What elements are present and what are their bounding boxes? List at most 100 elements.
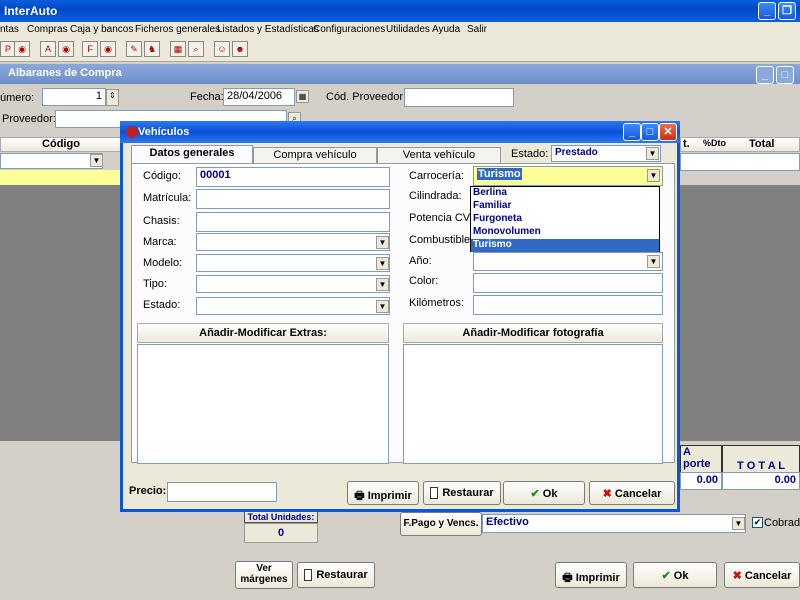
dlg-imprimir-label: Imprimir — [367, 490, 412, 502]
dlg-restaurar-button[interactable]: Restaurar — [423, 481, 501, 505]
dlg-cancelar-button[interactable]: ✖ Cancelar — [589, 481, 675, 505]
calendar-icon[interactable]: ▦ — [296, 90, 309, 103]
albaranes-title: Albaranes de Compra — [8, 67, 122, 79]
menu-ayuda[interactable]: Ayuda — [432, 24, 460, 35]
codigo-input[interactable]: 00001 — [196, 167, 390, 187]
importe-value: 0.00 — [680, 472, 722, 490]
tipo-dropdown-icon[interactable]: ▼ — [376, 278, 389, 291]
fpago-dropdown-icon[interactable]: ▼ — [732, 517, 745, 530]
toolbar-icon-4[interactable]: ◉ — [58, 41, 74, 57]
fpago-button[interactable]: F.Pago y Vencs. — [400, 512, 482, 536]
estado-select[interactable] — [196, 297, 390, 315]
grid-right-row[interactable] — [680, 153, 800, 171]
cilindrada-label: Cilindrada: — [409, 190, 462, 202]
foto-header[interactable]: Añadir-Modificar fotografía — [403, 323, 663, 343]
tab-datos-generales[interactable]: Datos generales — [131, 145, 253, 164]
total-unidades-value: 0 — [244, 523, 318, 543]
menu-salir[interactable]: Salir — [467, 24, 487, 35]
carroceria-select[interactable]: Turismo — [473, 166, 663, 186]
toolbar-icon-5[interactable]: F — [82, 41, 98, 57]
toolbar-icon-11[interactable]: ☺ — [214, 41, 230, 57]
menu-compras[interactable]: Compras — [27, 24, 68, 35]
marca-select[interactable] — [196, 233, 390, 251]
modelo-label: Modelo: — [143, 257, 183, 269]
chasis-input[interactable] — [196, 212, 390, 232]
dlg-ok-label: Ok — [542, 488, 558, 500]
tipo-select[interactable] — [196, 275, 390, 293]
toolbar-icon-2[interactable]: ◉ — [14, 41, 30, 57]
dlg-imprimir-button[interactable]: 🖶 Imprimir — [347, 481, 419, 505]
cod-proveedor-input[interactable] — [404, 88, 514, 107]
ano-dropdown-icon[interactable]: ▼ — [647, 255, 660, 268]
foto-area[interactable] — [403, 344, 663, 464]
carroceria-option-monovolumen[interactable]: Monovolumen — [471, 226, 659, 239]
precio-input[interactable] — [167, 482, 277, 502]
estado-top-dropdown-icon[interactable]: ▼ — [646, 147, 659, 160]
minimize-icon[interactable]: _ — [758, 2, 776, 20]
kilometros-input[interactable] — [473, 295, 663, 315]
fecha-input[interactable]: 28/04/2006 — [223, 88, 295, 106]
toolbar-icon-3[interactable]: A — [40, 41, 56, 57]
grid-codigo-dropdown-icon[interactable]: ▼ — [90, 154, 103, 167]
color-input[interactable] — [473, 273, 663, 293]
imprimir-label: Imprimir — [575, 572, 620, 584]
restaurar-label: Restaurar — [316, 569, 368, 581]
grid-codigo-input[interactable] — [0, 153, 103, 169]
carroceria-dropdown-list: Berlina Familiar Furgoneta Monovolumen T… — [470, 186, 660, 252]
menu-ventas[interactable]: ntas — [0, 24, 19, 35]
extras-header[interactable]: Añadir-Modificar Extras: — [137, 323, 389, 343]
cobrado-checkbox[interactable]: ✔ — [752, 517, 763, 528]
modelo-dropdown-icon[interactable]: ▼ — [376, 257, 389, 270]
menu-utilidades[interactable]: Utilidades — [386, 24, 430, 35]
toolbar-icon-10[interactable]: ⌕ — [188, 41, 204, 57]
matricula-input[interactable] — [196, 189, 390, 209]
dialog-max-icon[interactable]: □ — [641, 123, 659, 141]
toolbar-icon-8[interactable]: ♞ — [144, 41, 160, 57]
carroceria-option-furgoneta[interactable]: Furgoneta — [471, 213, 659, 226]
toolbar-icon-7[interactable]: ✎ — [126, 41, 142, 57]
total-value: 0.00 — [722, 472, 800, 490]
car-icon — [126, 126, 138, 138]
ok-button[interactable]: ✔ Ok — [633, 562, 717, 588]
dialog-minimize-icon[interactable]: _ — [623, 123, 641, 141]
grid-body — [0, 185, 122, 441]
menu-caja[interactable]: Caja y bancos — [70, 24, 133, 35]
app-title: InterAuto — [4, 4, 58, 18]
importe-header: A porte — [680, 445, 722, 475]
restaurar-button[interactable]: Restaurar — [297, 562, 375, 588]
marca-dropdown-icon[interactable]: ▼ — [376, 236, 389, 249]
restore-icon[interactable]: ❐ — [778, 2, 796, 20]
estado-top-select[interactable]: Prestado — [551, 145, 661, 162]
fpago-select[interactable]: Efectivo — [482, 514, 746, 533]
ok-label: Ok — [673, 570, 689, 582]
ano-select[interactable] — [473, 252, 663, 271]
grid-body-right — [680, 185, 800, 441]
toolbar-icon-6[interactable]: ◉ — [100, 41, 116, 57]
estado-dropdown-icon[interactable]: ▼ — [376, 300, 389, 313]
tab-compra-vehiculo[interactable]: Compra vehículo — [253, 147, 377, 164]
albaranes-titlebar: Albaranes de Compra — [0, 64, 800, 84]
dlg-ok-button[interactable]: ✔ Ok — [503, 481, 585, 505]
dialog-close-icon[interactable]: ✕ — [659, 123, 677, 141]
carroceria-option-berlina[interactable]: Berlina — [471, 187, 659, 200]
menu-listados[interactable]: Listados y Estadísticas — [217, 24, 319, 35]
albaranes-minimize-icon[interactable]: _ — [756, 66, 774, 84]
carroceria-dropdown-icon[interactable]: ▼ — [647, 169, 660, 182]
menu-ficheros[interactable]: Ficheros generales — [135, 24, 220, 35]
carroceria-option-turismo[interactable]: Turismo — [471, 239, 659, 252]
numero-input[interactable]: 1 — [42, 88, 106, 106]
tab-venta-vehiculo[interactable]: Venta vehículo — [377, 147, 501, 164]
imprimir-button[interactable]: 🖶 Imprimir — [555, 562, 627, 588]
toolbar-icon-12[interactable]: ☻ — [232, 41, 248, 57]
cancelar-button[interactable]: ✖ Cancelar — [724, 562, 800, 588]
combustible-label: Combustible: — [409, 234, 474, 246]
extras-list[interactable] — [137, 344, 389, 464]
total-header: T O T A L — [722, 445, 800, 475]
ver-margenes-button[interactable]: Ver márgenes — [235, 561, 293, 589]
menu-configuraciones[interactable]: Configuraciones — [313, 24, 385, 35]
carroceria-option-familiar[interactable]: Familiar — [471, 200, 659, 213]
toolbar-icon-9[interactable]: ▦ — [170, 41, 186, 57]
numero-spin-icon[interactable]: ⇕ — [106, 89, 119, 106]
albaranes-max-icon[interactable]: □ — [776, 66, 794, 84]
modelo-select[interactable] — [196, 254, 390, 272]
